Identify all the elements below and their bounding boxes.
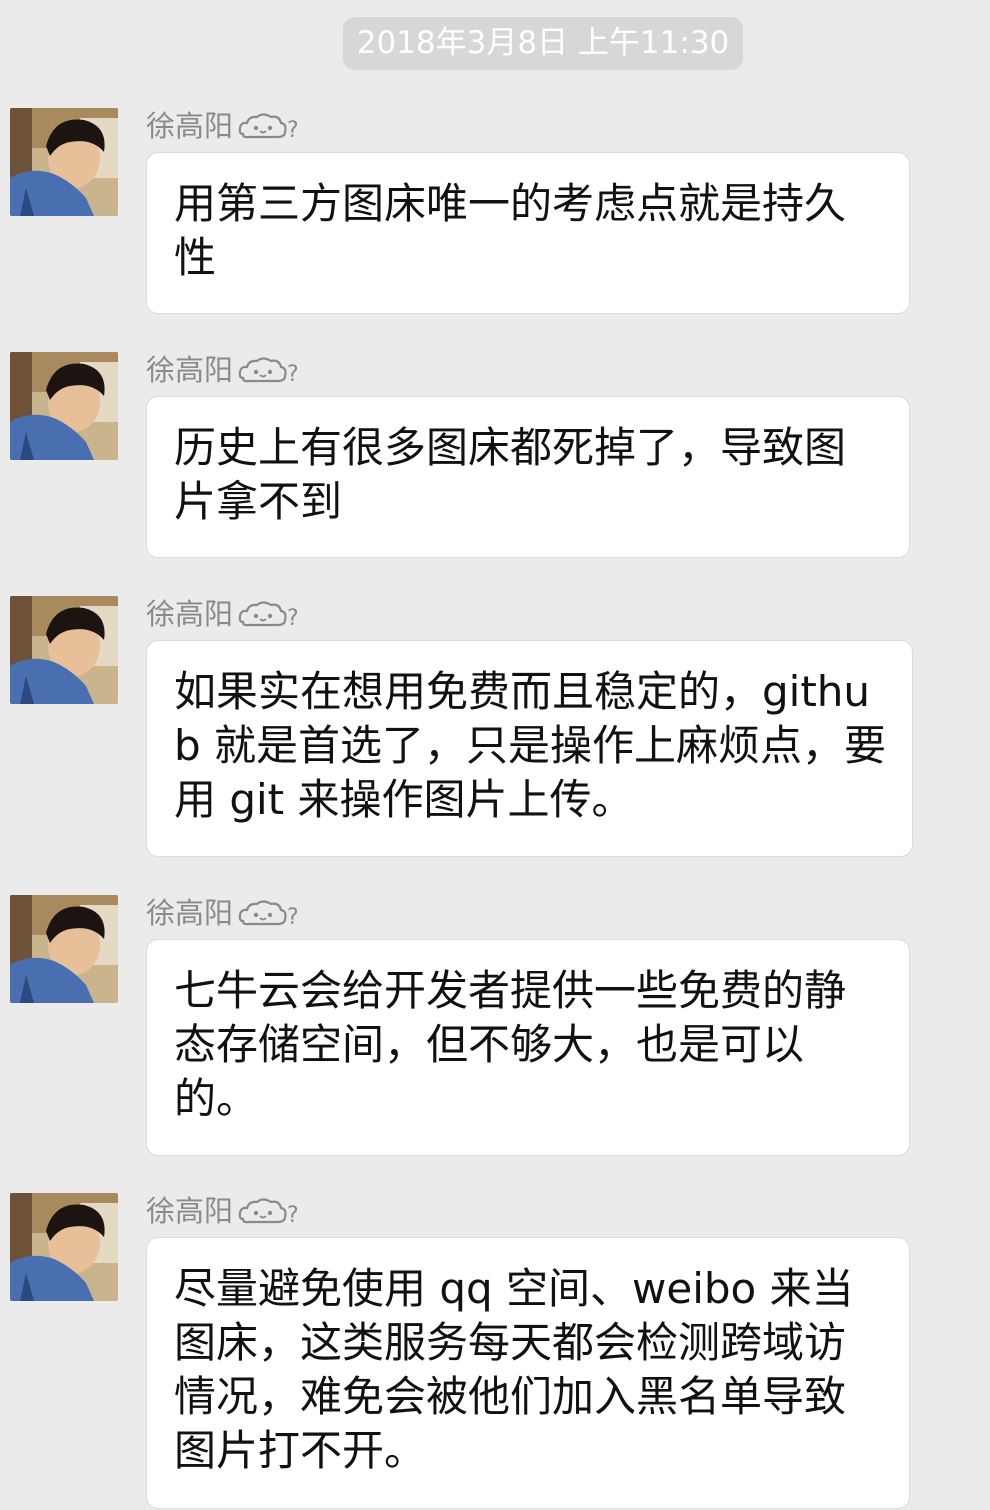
message-bubble[interactable]: 七牛云会给开发者提供一些免费的静态存储空间，但不够大，也是可以的。 xyxy=(146,939,910,1156)
message-bubble[interactable]: 历史上有很多图床都死掉了，导致图片拿不到 xyxy=(146,396,910,558)
message-text: 如果实在想用免费而且稳定的，github 就是首选了，只是操作上麻烦点，要用 g… xyxy=(174,667,887,824)
avatar[interactable] xyxy=(10,352,118,460)
sender-name: 徐高阳 xyxy=(146,597,234,631)
cloud-emoji-icon: ? xyxy=(237,1195,297,1227)
sender-name: 徐高阳 xyxy=(146,109,234,143)
cloud-emoji-icon: ? xyxy=(237,897,297,929)
cloud-emoji-icon: ? xyxy=(237,110,297,142)
message-bubble[interactable]: 尽量避免使用 qq 空间、weibo 来当图床，这类服务每天都会检测跨域访情况，… xyxy=(146,1237,910,1509)
sender-name-row: 徐高阳 ? xyxy=(146,108,297,144)
chat-timestamp: 2018年3月8日 上午11:30 xyxy=(343,17,743,70)
sender-name: 徐高阳 xyxy=(146,1194,234,1228)
svg-text:?: ? xyxy=(287,1203,297,1227)
message-text: 尽量避免使用 qq 空间、weibo 来当图床，这类服务每天都会检测跨域访情况，… xyxy=(174,1264,854,1475)
message-bubble[interactable]: 用第三方图床唯一的考虑点就是持久性 xyxy=(146,152,910,314)
svg-text:?: ? xyxy=(287,606,297,630)
message-text: 七牛云会给开发者提供一些免费的静态存储空间，但不够大，也是可以的。 xyxy=(174,966,847,1123)
sender-name: 徐高阳 xyxy=(146,896,234,930)
avatar[interactable] xyxy=(10,108,118,216)
cloud-emoji-icon: ? xyxy=(237,598,297,630)
avatar[interactable] xyxy=(10,596,118,704)
avatar[interactable] xyxy=(10,1193,118,1301)
sender-name-row: 徐高阳 ? xyxy=(146,596,297,632)
sender-name: 徐高阳 xyxy=(146,353,234,387)
svg-text:?: ? xyxy=(287,362,297,386)
svg-text:?: ? xyxy=(287,118,297,142)
sender-name-row: 徐高阳 ? xyxy=(146,352,297,388)
avatar[interactable] xyxy=(10,895,118,1003)
message-text: 用第三方图床唯一的考虑点就是持久性 xyxy=(174,179,847,282)
svg-text:?: ? xyxy=(287,905,297,929)
message-text: 历史上有很多图床都死掉了，导致图片拿不到 xyxy=(174,423,847,526)
cloud-emoji-icon: ? xyxy=(237,354,297,386)
sender-name-row: 徐高阳 ? xyxy=(146,1193,297,1229)
sender-name-row: 徐高阳 ? xyxy=(146,895,297,931)
message-bubble[interactable]: 如果实在想用免费而且稳定的，github 就是首选了，只是操作上麻烦点，要用 g… xyxy=(146,640,913,857)
